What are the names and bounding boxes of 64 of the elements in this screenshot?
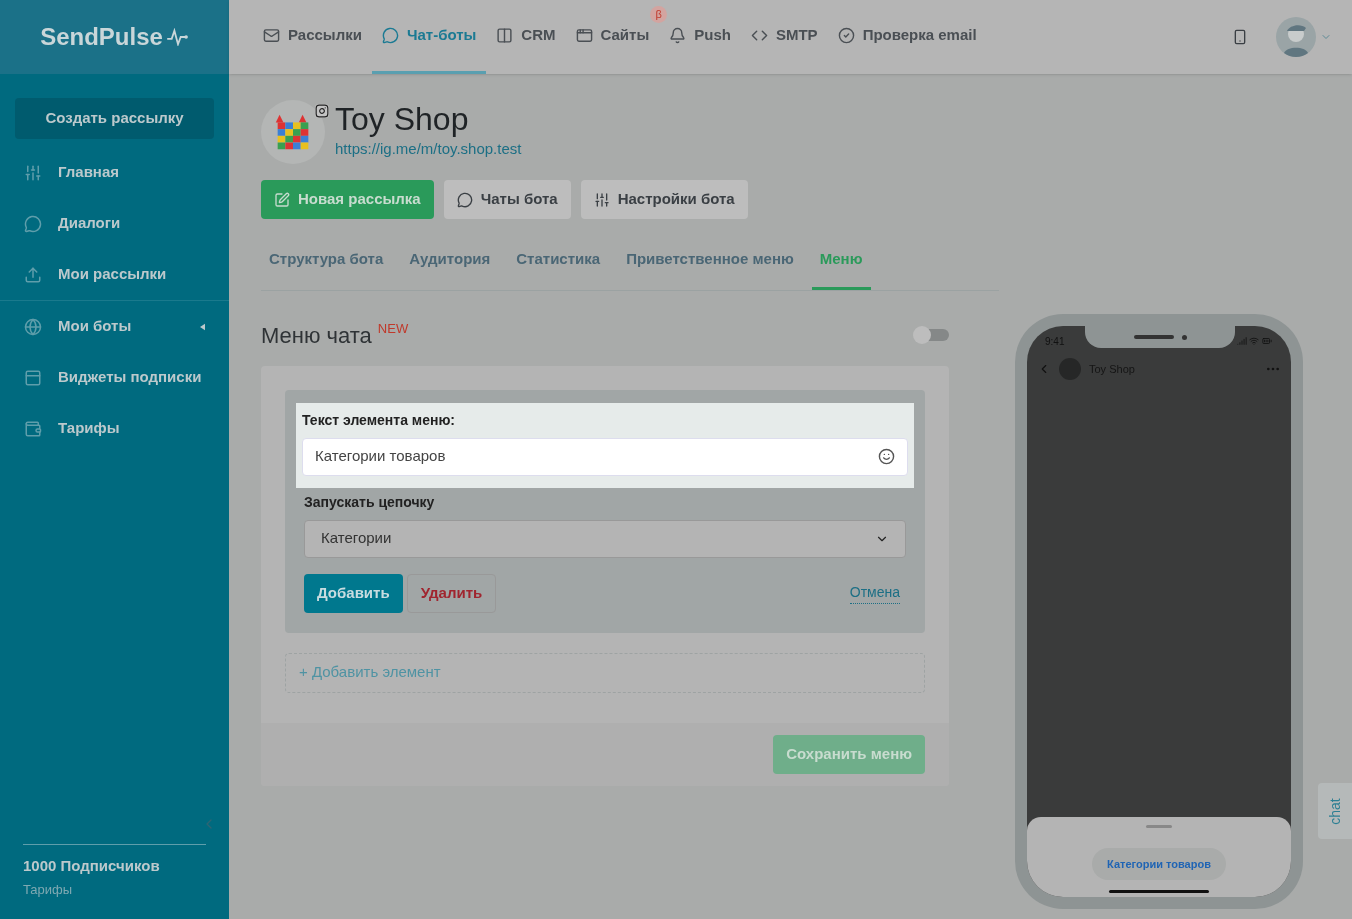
- sidebar-item[interactable]: Диалоги: [0, 198, 229, 249]
- menu-item-chip[interactable]: Категории товаров: [1092, 848, 1226, 880]
- subscribers-count: 1000 Подписчиков: [23, 856, 161, 876]
- bell-icon: [669, 27, 687, 44]
- globe-icon: [24, 317, 42, 336]
- action-button[interactable]: Чаты бота: [443, 180, 571, 219]
- edit-icon: [274, 191, 290, 208]
- add-button[interactable]: Добавить: [304, 573, 403, 613]
- chat-icon: [24, 214, 42, 233]
- pulse-icon: [166, 28, 189, 46]
- wifi-icon: [1249, 336, 1259, 346]
- nav-tab[interactable]: Сайты: [575, 24, 650, 47]
- check-circle-icon: [837, 27, 855, 44]
- sliders-icon: [593, 191, 610, 208]
- wallet-icon: [24, 419, 42, 438]
- tab[interactable]: Приветственное меню: [618, 237, 802, 290]
- delete-button[interactable]: Удалить: [406, 573, 497, 613]
- field-label: Запускать цепочку: [303, 492, 436, 512]
- tab[interactable]: Аудитория: [401, 237, 499, 290]
- plan-link[interactable]: Тарифы: [23, 879, 206, 899]
- nav-tab[interactable]: Рассылки: [263, 24, 362, 47]
- sidebar-item[interactable]: Мои боты: [0, 301, 229, 352]
- nav-tab[interactable]: SMTP: [750, 24, 818, 47]
- nav-tab[interactable]: Push: [669, 24, 731, 47]
- beta-badge: β: [650, 6, 668, 23]
- window-icon: [575, 27, 593, 44]
- tab[interactable]: Статистика: [508, 237, 609, 290]
- sliders-icon: [24, 163, 42, 182]
- emoji-icon[interactable]: [878, 448, 895, 465]
- toggle-switch[interactable]: [915, 329, 949, 341]
- sheet-handle: [1146, 825, 1172, 828]
- chat-tab[interactable]: chat: [1318, 783, 1352, 839]
- action-button[interactable]: Настройки бота: [580, 180, 748, 219]
- nav-tab[interactable]: CRM: [496, 24, 556, 47]
- chat-icon: [381, 27, 399, 44]
- mail-icon: [263, 27, 280, 44]
- tab[interactable]: Структура бота: [261, 237, 392, 290]
- bot-url[interactable]: https://ig.me/m/toy.shop.test: [335, 138, 522, 161]
- columns-icon: [496, 27, 514, 44]
- phone-icon[interactable]: [1232, 29, 1248, 45]
- action-button[interactable]: Новая рассылка: [261, 180, 434, 219]
- sidebar-item[interactable]: Тарифы: [0, 403, 229, 454]
- section-title: Меню чата: [261, 321, 372, 350]
- nav-tab[interactable]: Чат-боты: [381, 24, 477, 47]
- sidebar-item[interactable]: Виджеты подписки: [0, 352, 229, 403]
- caret-icon: [200, 322, 205, 331]
- nav-tab[interactable]: Проверка email: [837, 24, 977, 47]
- widget-icon: [24, 368, 42, 387]
- logo[interactable]: SendPulse: [40, 19, 163, 55]
- signal-icon: [1237, 336, 1247, 346]
- menu-text-input[interactable]: Категории товаров: [302, 437, 908, 476]
- avatar-icon[interactable]: [1276, 17, 1316, 57]
- sidebar-item[interactable]: Мои рассылки: [0, 249, 229, 300]
- new-label: NEW: [377, 319, 409, 338]
- cancel-link[interactable]: Отмена: [849, 582, 900, 604]
- bot-name: Toy Shop: [335, 100, 470, 138]
- sidebar-item[interactable]: Главная: [0, 147, 229, 198]
- upload-icon: [24, 265, 42, 284]
- chain-select[interactable]: Категории: [304, 519, 906, 558]
- battery-icon: [1261, 336, 1273, 346]
- field-label: Текст элемента меню:: [302, 410, 457, 430]
- chat-icon: [456, 191, 473, 208]
- create-campaign-button[interactable]: Создать рассылку: [15, 98, 214, 139]
- instagram-icon: [315, 104, 329, 118]
